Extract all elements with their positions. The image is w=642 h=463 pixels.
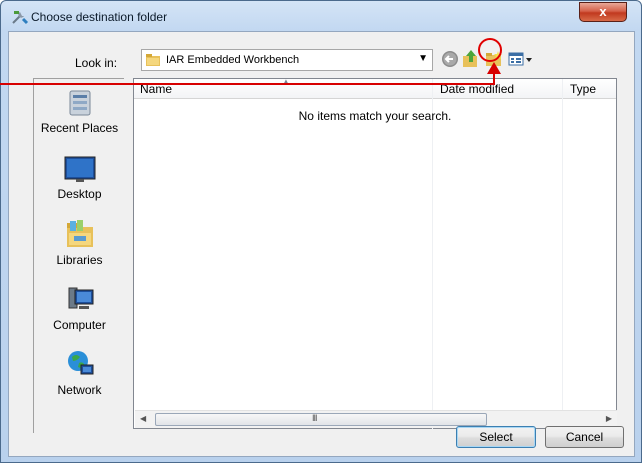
computer-icon — [68, 287, 93, 309]
tools-icon — [12, 11, 29, 25]
scroll-thumb[interactable]: III — [155, 413, 487, 426]
column-type[interactable]: Type — [570, 82, 596, 96]
place-label: Libraries — [56, 253, 103, 267]
file-list[interactable]: ▲ Name Date modified Type No items match… — [133, 77, 617, 430]
column-divider — [562, 79, 563, 430]
annotation-arrow-icon — [487, 62, 501, 74]
chevron-down-icon: ▼ — [418, 53, 428, 64]
folder-icon — [146, 54, 160, 66]
look-in-label: Look in: — [75, 56, 118, 70]
cancel-button[interactable]: Cancel — [545, 426, 624, 448]
look-in-value: IAR Embedded Workbench — [166, 54, 300, 66]
place-computer[interactable]: Computer — [34, 282, 125, 332]
annotation-circle — [478, 38, 502, 62]
place-label: Desktop — [57, 187, 102, 201]
scroll-right-icon[interactable]: ▶ — [606, 414, 612, 423]
place-desktop[interactable]: Desktop — [34, 153, 125, 201]
window-title: Choose destination folder — [31, 10, 168, 24]
dialog-client: Look in: IAR Embedded Workbench ▼ Recent… — [8, 31, 635, 457]
dialog-window: Choose destination folder x Look in: IAR… — [0, 0, 642, 463]
scroll-left-icon[interactable]: ◀ — [140, 414, 146, 423]
horizontal-scrollbar[interactable]: ◀ III ▶ — [135, 410, 617, 428]
back-icon[interactable] — [439, 48, 461, 70]
place-recent-places[interactable]: Recent Places — [34, 87, 125, 135]
annotation-line — [0, 83, 493, 85]
empty-message: No items match your search. — [298, 109, 452, 123]
recent-places-icon — [69, 90, 90, 116]
look-in-dropdown[interactable]: IAR Embedded Workbench ▼ — [141, 49, 433, 71]
network-icon — [67, 351, 93, 375]
place-label: Network — [57, 383, 102, 397]
select-button[interactable]: Select — [456, 426, 536, 448]
column-divider — [432, 79, 433, 430]
libraries-icon — [66, 220, 93, 247]
place-label: Recent Places — [40, 121, 119, 135]
place-libraries[interactable]: Libraries — [34, 217, 125, 267]
title-bar[interactable]: Choose destination folder x — [1, 1, 641, 31]
column-header-row: ▲ Name Date modified Type — [134, 77, 616, 99]
view-menu-icon[interactable] — [506, 48, 534, 70]
scroll-grip: III — [312, 413, 317, 423]
place-label: Computer — [53, 318, 106, 332]
place-network[interactable]: Network — [34, 347, 125, 397]
close-button[interactable]: x — [579, 2, 627, 22]
desktop-icon — [64, 156, 95, 182]
places-bar: Recent Places Desktop Libraries Computer… — [33, 78, 124, 433]
